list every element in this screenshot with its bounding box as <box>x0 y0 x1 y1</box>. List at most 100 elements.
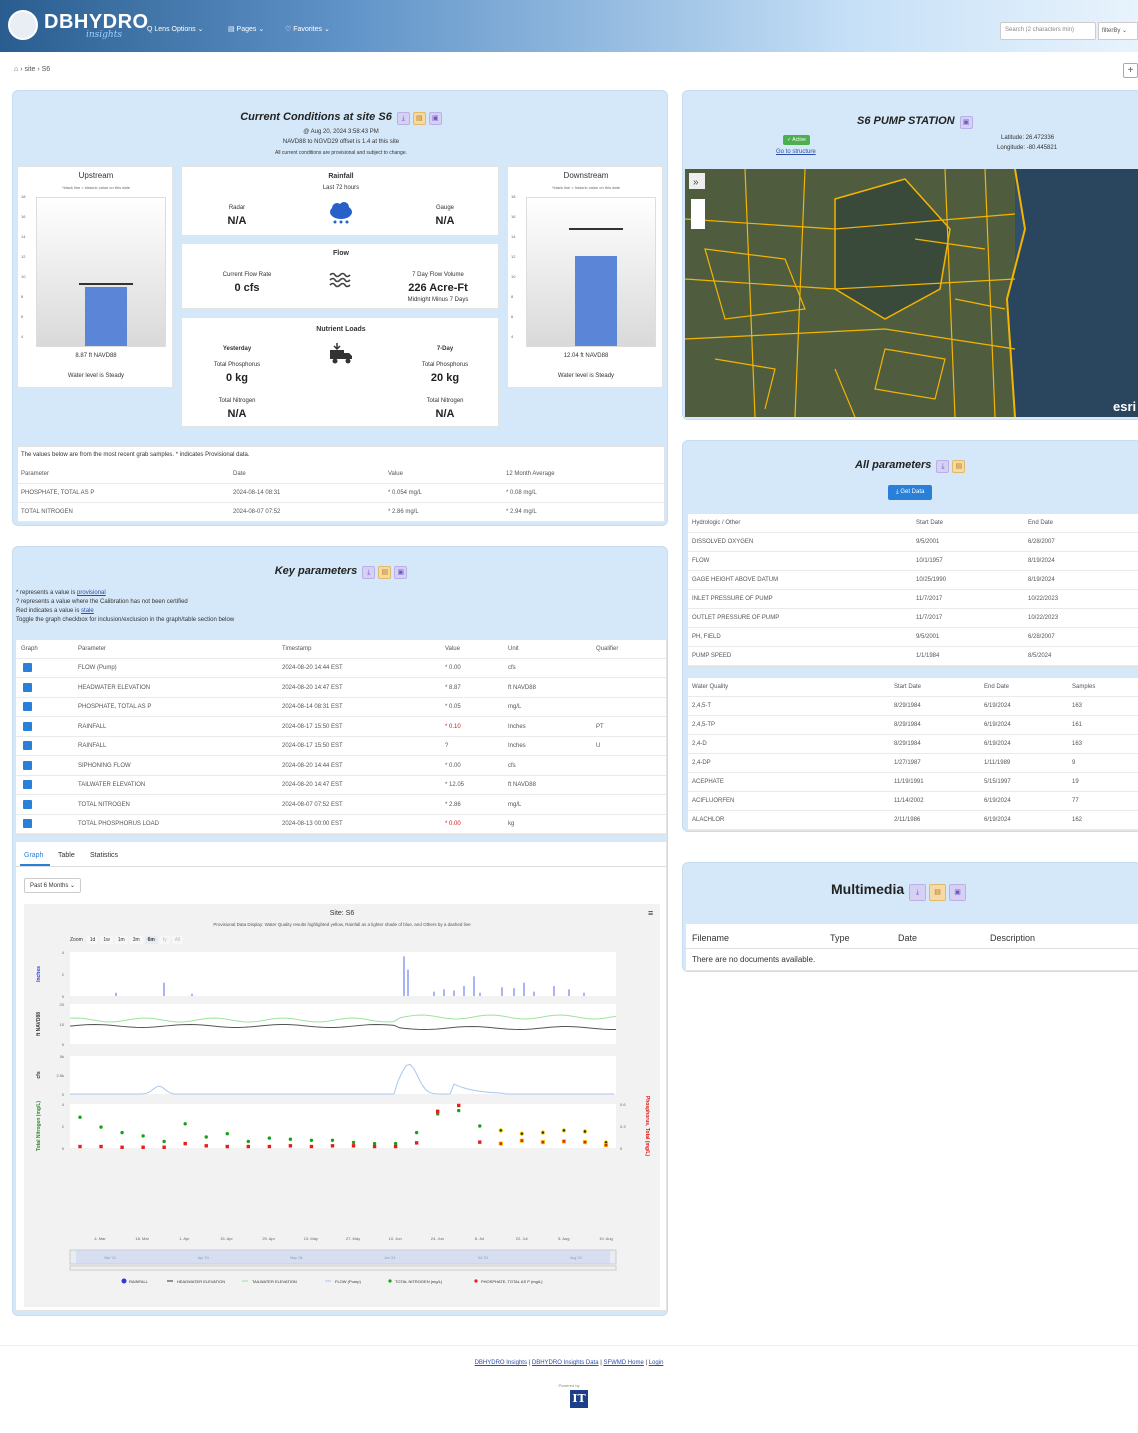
graph-checkbox[interactable] <box>23 780 32 789</box>
table-row: TOTAL NITROGEN 2024-08-07 07:52 * 2.86 mg/… <box>18 503 664 522</box>
table-icon[interactable]: ▤ <box>929 883 947 901</box>
pump-station-panel: S6 PUMP STATION ▣ ✓ Active Go to structu… <box>682 90 1138 420</box>
x-tick-label: 10. Jun <box>389 1236 402 1241</box>
zoom-button[interactable]: 6m <box>144 936 158 944</box>
chart-plot[interactable]: 420Inches20100ft NAVD885k2.5k0cfs420Tota… <box>24 944 660 1307</box>
tab-graph[interactable]: Graph <box>24 852 43 859</box>
phosphorus-point <box>372 1144 377 1149</box>
table-row[interactable]: FLOW 10/1/1957 8/19/2024 <box>688 552 1138 571</box>
filter-select[interactable]: filterBy ⌄ <box>1098 22 1138 40</box>
graph-checkbox[interactable] <box>23 741 32 750</box>
table-row[interactable]: PUMP SPEED 1/1/1984 8/5/2024 <box>688 647 1138 666</box>
nav-lens-options[interactable]: Q Lens Options ⌄ <box>147 25 203 33</box>
table-row[interactable]: 2,4-DP 1/27/1987 1/11/1989 9 <box>688 754 1138 773</box>
table-row[interactable]: ALACHLOR 2/11/1986 6/19/2024 162 <box>688 811 1138 830</box>
flow-rate-value: 0 cfs <box>234 282 260 294</box>
graph-checkbox[interactable] <box>23 799 32 809</box>
image-icon[interactable]: ▣ <box>949 883 967 901</box>
graph-checkbox[interactable] <box>23 682 32 692</box>
y-tick-label: 0 <box>62 1092 65 1097</box>
graph-checkbox[interactable] <box>23 702 32 711</box>
table-icon[interactable]: ▤ <box>412 111 426 125</box>
flow-rate-label: Current Flow Rate <box>222 272 272 278</box>
download-icon[interactable]: ⤓ <box>936 459 950 473</box>
svg-text:»: » <box>693 177 699 188</box>
zoom-button[interactable]: 1d <box>86 936 99 944</box>
search-input[interactable]: Search (2 characters min) <box>1000 22 1096 40</box>
menu-icon[interactable]: ≡ <box>648 908 653 918</box>
nitrogen-point <box>225 1132 229 1136</box>
get-data-button[interactable]: ⤓ Get Data <box>888 485 933 500</box>
zoom-button[interactable]: 3m <box>129 936 143 944</box>
flow-volume-value: 226 Acre-Ft <box>408 282 468 294</box>
table-icon[interactable]: ▤ <box>952 459 966 473</box>
axis-tick: 16 <box>21 214 26 219</box>
phosphorus-point <box>435 1109 440 1114</box>
provisional-link[interactable]: provisional <box>77 590 106 596</box>
zoom-button[interactable]: ty <box>159 936 170 944</box>
table-row[interactable]: ACIFLUORFEN 11/14/2002 6/19/2024 77 <box>688 792 1138 811</box>
y-tick-label: 2 <box>62 972 65 977</box>
footer-link[interactable]: Login <box>649 1360 664 1366</box>
latitude: Latitude: 26.472336 <box>1001 135 1055 141</box>
rainfall-title: Rainfall <box>328 173 354 180</box>
download-icon[interactable]: ⤓ <box>396 111 410 125</box>
y-tick-label: 20 <box>60 1002 65 1007</box>
tn-7day-label: Total Nitrogen <box>426 398 464 404</box>
graph-checkbox[interactable] <box>23 760 32 770</box>
table-row[interactable]: 2,4,5-TP 8/29/1984 6/19/2024 161 <box>688 716 1138 735</box>
zoom-button[interactable]: All <box>171 936 184 944</box>
footer-link[interactable]: DBHYDRO Insights Data <box>532 1360 599 1366</box>
logo-icon[interactable] <box>8 10 38 40</box>
tab-statistics[interactable]: Statistics <box>90 852 118 859</box>
graph-checkbox[interactable] <box>23 721 32 731</box>
y-tick-label-right: 0.6 <box>620 1102 626 1107</box>
table-row[interactable]: OUTLET PRESSURE OF PUMP 11/7/2017 10/22/20… <box>688 609 1138 628</box>
table-icon[interactable]: ▤ <box>378 565 392 579</box>
tab-table[interactable]: Table <box>58 852 75 859</box>
graph-checkbox[interactable] <box>23 663 32 672</box>
download-icon[interactable]: ⤓ <box>909 883 927 901</box>
table-row[interactable]: INLET PRESSURE OF PUMP 11/7/2017 10/22/202… <box>688 590 1138 609</box>
table-row[interactable]: 2,4,5-T 8/29/1984 6/19/2024 163 <box>688 697 1138 716</box>
home-icon[interactable]: ⌂ <box>14 66 18 73</box>
image-icon[interactable]: ▣ <box>394 565 408 579</box>
image-icon[interactable]: ▣ <box>959 115 973 129</box>
table-row[interactable]: ACEPHATE 11/19/1991 5/15/1997 19 <box>688 773 1138 792</box>
key-parameters-panel: Key parameters ⤓ ▤ ▣ * represents a value … <box>12 546 668 1316</box>
zoom-button[interactable]: 1w <box>100 936 113 944</box>
all-parameters-title: All parameters <box>855 459 932 471</box>
graph-checkbox[interactable] <box>23 819 32 828</box>
axis-tick: 10 <box>21 274 26 279</box>
nav-favorites[interactable]: ♡ Favorites ⌄ <box>285 25 330 33</box>
table-row[interactable]: GAGE HEIGHT ABOVE DATUM 10/25/1990 8/19/20… <box>688 571 1138 590</box>
map[interactable]: » esri <box>685 169 1138 417</box>
plot-pane <box>70 952 616 996</box>
table-row[interactable]: PH, FIELD 9/5/2001 6/28/2007 <box>688 628 1138 647</box>
axis-tick: 8 <box>511 294 514 299</box>
go-to-structure-link[interactable]: Go to structure <box>776 149 816 155</box>
rainfall-subtitle: Last 72 hours <box>322 185 360 191</box>
nav-pages[interactable]: ▤ Pages ⌄ <box>228 25 264 33</box>
stale-link[interactable]: stale <box>81 608 94 614</box>
phosphorus-point <box>478 1140 482 1144</box>
x-tick-label: 24. Jun <box>431 1236 444 1241</box>
zoom-button[interactable]: 1m <box>114 936 128 944</box>
radar-label: Radar <box>228 205 246 211</box>
table-row[interactable]: DISSOLVED OXYGEN 9/5/2001 6/28/2007 <box>688 533 1138 552</box>
download-icon[interactable]: ⤓ <box>362 565 376 579</box>
table-row[interactable]: 2,4-D 8/29/1984 6/19/2024 163 <box>688 735 1138 754</box>
breadcrumb-site[interactable]: site <box>24 66 35 73</box>
navigator-window <box>76 1250 610 1264</box>
y-tick-label: 5k <box>60 1054 64 1059</box>
add-button[interactable]: + <box>1123 63 1138 78</box>
axis-tick: 6 <box>511 314 514 319</box>
upstream-level-bar <box>85 287 127 346</box>
range-select[interactable]: Past 6 Months ⌄ <box>24 878 82 893</box>
phosphorus-point <box>603 1142 609 1148</box>
footer-link[interactable]: SFWMD Home <box>603 1360 643 1366</box>
top-navbar: DBHYDRO insights Q Lens Options ⌄ ▤ Page… <box>0 0 1138 52</box>
image-icon[interactable]: ▣ <box>428 111 442 125</box>
footer-link[interactable]: DBHYDRO Insights <box>475 1360 527 1366</box>
axis-tick: 4 <box>21 334 24 339</box>
